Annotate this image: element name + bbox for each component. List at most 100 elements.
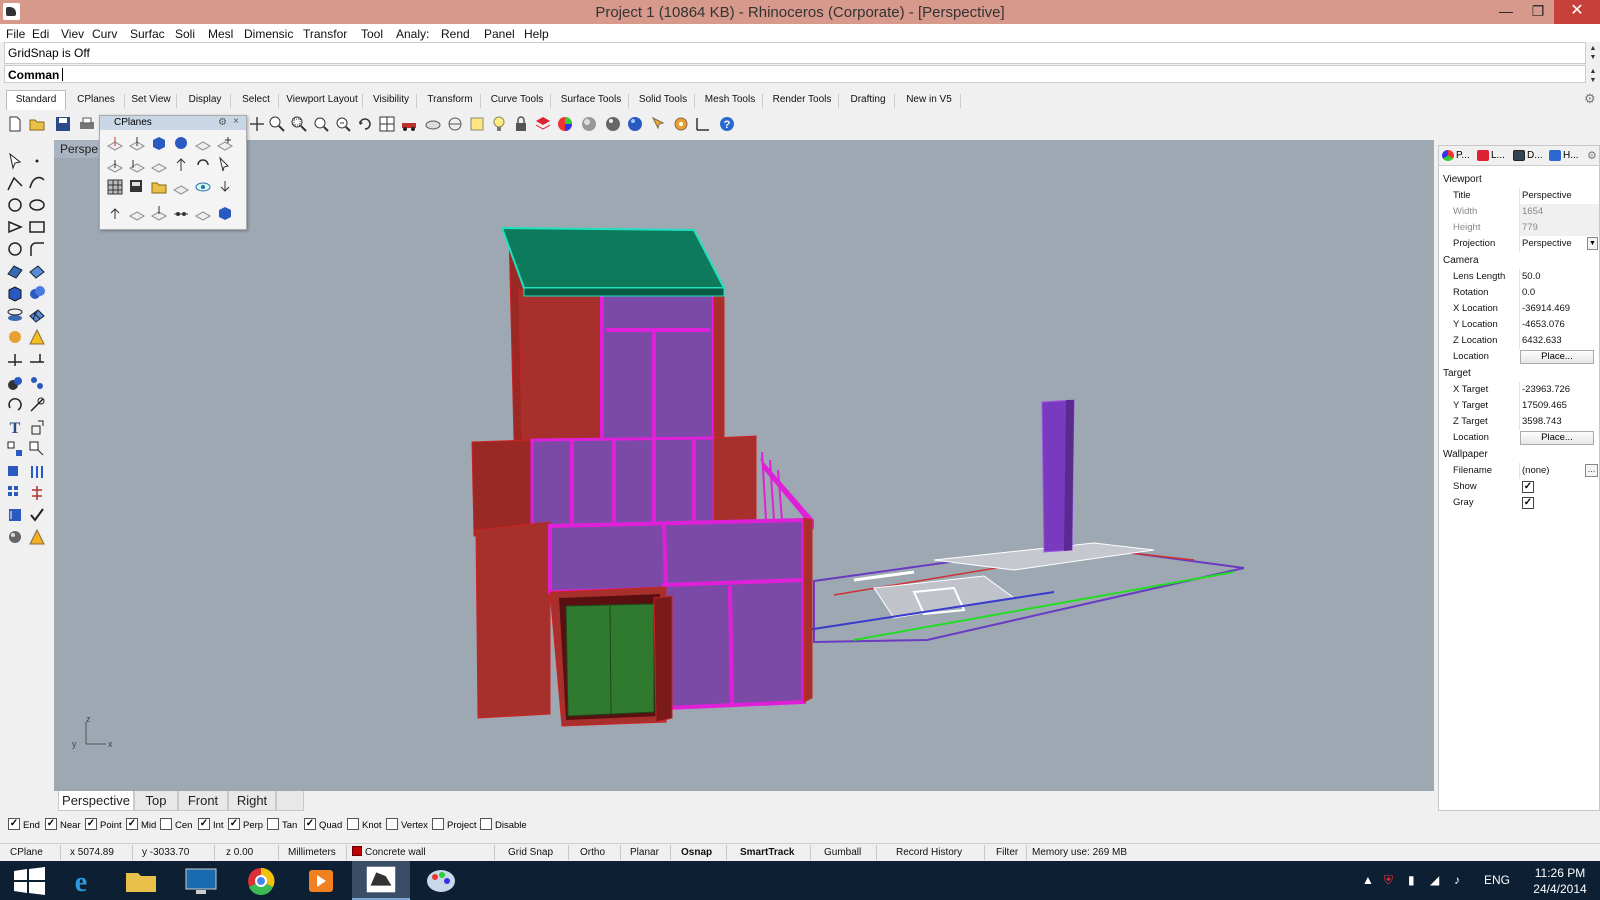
volume-icon[interactable]: ♪ bbox=[1454, 873, 1460, 887]
tab-mesh-tools[interactable]: Mesh Tools bbox=[698, 90, 763, 110]
cplane-up-icon[interactable] bbox=[106, 204, 124, 222]
osnap-point[interactable]: ✓ Point bbox=[85, 818, 122, 833]
show-checkbox[interactable]: ✓ bbox=[1522, 481, 1534, 493]
properties-icon[interactable] bbox=[650, 115, 668, 133]
rhino-taskbar-icon[interactable] bbox=[352, 861, 410, 900]
layer-icon[interactable] bbox=[534, 115, 552, 133]
battery-icon[interactable]: ▮ bbox=[1408, 873, 1415, 887]
osnap-toggle[interactable]: Osnap bbox=[681, 846, 712, 860]
paint-icon[interactable] bbox=[412, 861, 470, 900]
title-field[interactable]: Perspective bbox=[1519, 188, 1599, 204]
y-target-field[interactable]: 17509.465 bbox=[1519, 398, 1599, 414]
tab-new-in-v5[interactable]: New in V5 bbox=[898, 90, 961, 110]
osnap-project-checkbox[interactable] bbox=[432, 818, 444, 831]
panel-tab-properties[interactable]: P... bbox=[1442, 148, 1470, 165]
named-views-icon[interactable] bbox=[424, 115, 442, 133]
ellipse-icon[interactable] bbox=[28, 196, 46, 214]
zoom-icon[interactable] bbox=[268, 115, 286, 133]
osnap-disable[interactable]: Disable bbox=[480, 818, 527, 833]
planar-toggle[interactable]: Planar bbox=[630, 846, 659, 860]
osnap-near[interactable]: ✓ Near bbox=[45, 818, 81, 833]
rotate-view-icon[interactable] bbox=[356, 115, 374, 133]
menu-solid[interactable]: Soli bbox=[175, 27, 195, 41]
material-icon[interactable] bbox=[28, 528, 46, 546]
maximize-button[interactable]: ❐ bbox=[1522, 0, 1554, 24]
extrude-icon[interactable] bbox=[6, 306, 24, 324]
cplane-perp-icon[interactable] bbox=[150, 204, 168, 222]
menu-mesh[interactable]: Mesl bbox=[208, 27, 233, 41]
projection-dropdown-arrow-icon[interactable]: ▼ bbox=[1587, 237, 1598, 250]
building[interactable] bbox=[471, 226, 814, 727]
menu-file[interactable]: File bbox=[6, 27, 25, 41]
file-explorer-icon[interactable] bbox=[112, 861, 170, 900]
tab-front[interactable]: Front bbox=[178, 791, 228, 811]
osnap-perp-checkbox[interactable]: ✓ bbox=[228, 818, 240, 831]
tab-solid-tools[interactable]: Solid Tools bbox=[632, 90, 695, 110]
tab-perspective[interactable]: Perspective bbox=[58, 791, 134, 811]
panel-tab-layers[interactable]: L... bbox=[1477, 148, 1505, 165]
cplane-icon[interactable] bbox=[446, 115, 464, 133]
command-scroll-arrows[interactable]: ▲ ▼ bbox=[1588, 67, 1598, 85]
cplane-view-icon[interactable] bbox=[172, 156, 190, 174]
cplane-3point-icon[interactable] bbox=[216, 134, 234, 152]
dimension-icon[interactable] bbox=[694, 115, 712, 133]
panel-tab-display[interactable]: D... bbox=[1513, 148, 1543, 165]
rendered-sphere-icon[interactable] bbox=[604, 115, 622, 133]
x-location-field[interactable]: -36914.469 bbox=[1519, 301, 1599, 317]
language-indicator[interactable]: ENG bbox=[1484, 873, 1510, 887]
pan-icon[interactable] bbox=[248, 115, 266, 133]
menu-help[interactable]: Help bbox=[524, 27, 549, 41]
polyline-icon[interactable] bbox=[6, 174, 24, 192]
floor-plan[interactable] bbox=[793, 542, 1245, 644]
cplane-shift-icon[interactable] bbox=[128, 204, 146, 222]
render-sphere-icon[interactable] bbox=[626, 115, 644, 133]
menu-dimension[interactable]: Dimensic bbox=[244, 27, 293, 41]
box-icon[interactable] bbox=[6, 284, 24, 302]
shaded-sphere-icon[interactable] bbox=[580, 115, 598, 133]
menu-edit[interactable]: Edi bbox=[32, 27, 49, 41]
toolbar-gear-icon[interactable]: ⚙ bbox=[1584, 91, 1596, 107]
move-icon[interactable] bbox=[6, 440, 24, 458]
minimize-button[interactable]: — bbox=[1490, 0, 1522, 24]
cplane-surface-icon[interactable] bbox=[172, 134, 190, 152]
new-file-icon[interactable] bbox=[6, 115, 24, 133]
cplane-save-icon[interactable] bbox=[128, 178, 146, 196]
menu-tools[interactable]: Tool bbox=[361, 27, 383, 41]
car-icon[interactable] bbox=[400, 115, 418, 133]
mesh-icon[interactable] bbox=[28, 306, 46, 324]
gray-checkbox[interactable]: ✓ bbox=[1522, 497, 1534, 509]
text-icon[interactable]: T bbox=[6, 418, 24, 436]
y-location-field[interactable]: -4653.076 bbox=[1519, 317, 1599, 333]
dimension-tool-icon[interactable] bbox=[28, 418, 46, 436]
analyze-icon[interactable] bbox=[6, 506, 24, 524]
render-icon[interactable] bbox=[6, 528, 24, 546]
cplane-right-icon[interactable] bbox=[128, 156, 146, 174]
solid-union-icon[interactable] bbox=[28, 284, 46, 302]
tab-render-tools[interactable]: Render Tools bbox=[766, 90, 839, 110]
save-icon[interactable] bbox=[54, 115, 72, 133]
osnap-point-checkbox[interactable]: ✓ bbox=[85, 818, 97, 831]
group-icon[interactable] bbox=[28, 374, 46, 392]
cplane-front-icon[interactable] bbox=[106, 156, 124, 174]
cplane-object-icon[interactable] bbox=[150, 134, 168, 152]
start-windows-icon[interactable] bbox=[0, 861, 58, 900]
osnap-knot[interactable]: Knot bbox=[347, 818, 382, 833]
tab-top[interactable]: Top bbox=[134, 791, 178, 811]
four-viewports-icon[interactable] bbox=[378, 115, 396, 133]
copy-icon[interactable] bbox=[28, 440, 46, 458]
fillet-curve-icon[interactable] bbox=[28, 240, 46, 258]
cplane-box-icon[interactable] bbox=[216, 204, 234, 222]
status-layer[interactable]: Concrete wall bbox=[352, 846, 426, 860]
split-icon[interactable] bbox=[28, 350, 46, 368]
command-input[interactable]: Comman bbox=[4, 65, 1586, 83]
tab-add[interactable] bbox=[276, 791, 304, 811]
media-player-icon[interactable] bbox=[292, 861, 350, 900]
menu-curve[interactable]: Curv bbox=[92, 27, 117, 41]
menu-analyze[interactable]: Analy: bbox=[396, 27, 429, 41]
zoom-selected-icon[interactable] bbox=[334, 115, 352, 133]
taskbar-clock[interactable]: 11:26 PM 24/4/2014 bbox=[1528, 865, 1592, 897]
menu-surface[interactable]: Surfac bbox=[130, 27, 165, 41]
rotation-field[interactable]: 0.0 bbox=[1519, 285, 1599, 301]
osnap-mid[interactable]: ✓ Mid bbox=[126, 818, 156, 833]
surface-edit-icon[interactable] bbox=[28, 262, 46, 280]
